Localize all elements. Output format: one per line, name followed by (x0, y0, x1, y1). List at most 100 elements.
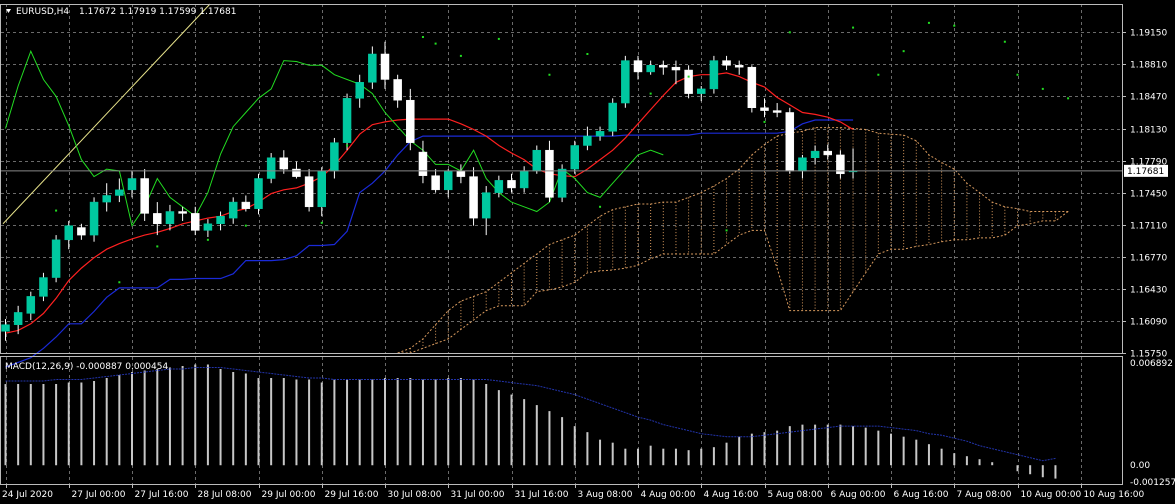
candle-body (772, 110, 782, 113)
candle-body (26, 296, 36, 314)
fractal-dot (1041, 87, 1044, 90)
time-tick-label: 5 Aug 08:00 (768, 490, 823, 500)
time-tick-label: 4 Aug 16:00 (704, 490, 759, 500)
time-tick-label: 27 Jul 00:00 (72, 490, 126, 500)
candle-body (153, 213, 162, 225)
candle-body (646, 65, 655, 73)
candle-body (684, 69, 693, 94)
time-tick-label: 31 Jul 16:00 (515, 490, 569, 500)
current-price-marker: 1.17681 (1124, 164, 1168, 177)
candle-body (747, 66, 757, 109)
price-tick-label: 1.17110 (1130, 222, 1167, 232)
candle-body (760, 107, 769, 111)
candle-body (51, 239, 61, 278)
time-tick-label: 6 Aug 16:00 (894, 490, 949, 500)
fractal-dot (244, 224, 247, 227)
candle-body (292, 168, 301, 177)
time-tick-label: 3 Aug 08:00 (578, 490, 633, 500)
candle-body (228, 201, 238, 219)
candle-body (823, 150, 832, 156)
time-tick-label: 28 Jul 08:00 (198, 490, 252, 500)
candle-body (532, 149, 542, 172)
candle-body (418, 151, 428, 176)
time-tick-label: 30 Jul 08:00 (388, 490, 442, 500)
fractal-dot (206, 238, 209, 241)
candle-body (444, 170, 453, 191)
time-tick-label: 31 Jul 00:00 (451, 490, 505, 500)
candle-body (39, 277, 48, 297)
candle-body (317, 170, 326, 208)
candle-body (431, 175, 440, 191)
candle-body (254, 178, 263, 209)
candle-body (595, 131, 605, 137)
fractal-dot (1003, 40, 1006, 43)
candle-body (203, 223, 213, 231)
time-tick-label: 29 Jul 16:00 (325, 490, 379, 500)
candle-body (671, 66, 681, 71)
candle-body (456, 170, 466, 177)
price-tick-label: 1.18810 (1130, 61, 1167, 71)
fractal-dot (725, 229, 728, 232)
candle-body (165, 211, 175, 225)
price-tick-label: 1.16770 (1130, 254, 1167, 264)
fractal-dot (586, 52, 589, 55)
fractal-dot (649, 92, 652, 95)
fractal-dot (434, 42, 437, 45)
fractal-dot (421, 36, 424, 39)
fractal-dot (1016, 73, 1019, 76)
price-tick-label: 1.16430 (1130, 286, 1167, 296)
candle-body (734, 65, 744, 68)
candle-body (406, 99, 415, 143)
candle-body (13, 312, 23, 325)
price-tick-label: 1.15750 (1130, 350, 1167, 360)
time-tick-label: 6 Aug 00:00 (831, 490, 886, 500)
symbol-label[interactable]: EURUSD,H4 (16, 7, 69, 17)
candle-body (191, 213, 200, 231)
candle-body (621, 60, 630, 104)
candle-body (178, 211, 187, 214)
candle-body (633, 60, 643, 73)
time-tick-label: 4 Aug 00:00 (641, 490, 696, 500)
ohlc-values: 1.17672 1.17919 1.17599 1.17681 (79, 7, 236, 17)
time-tick-label: 10 Aug 16:00 (1084, 490, 1145, 500)
fractal-dot (927, 21, 930, 24)
macd-tick-label: 0.006892 (1130, 359, 1173, 369)
fractal-dot (55, 209, 58, 212)
fractal-dot (788, 31, 791, 34)
main-header: EURUSD,H4 1.17672 1.17919 1.17599 1.1768… (6, 7, 236, 17)
price-tick-label: 1.17450 (1130, 190, 1167, 200)
candle-body (115, 189, 124, 196)
candle-body (785, 112, 795, 172)
time-tick-label: 29 Jul 00:00 (262, 490, 316, 500)
price-tick-label: 1.19150 (1130, 29, 1167, 39)
fractal-dot (877, 73, 880, 76)
fractal-dot (118, 281, 121, 284)
price-tick-label: 1.16090 (1130, 318, 1167, 328)
candle-body (608, 102, 617, 132)
eurusd-h4-chart[interactable]: EURUSD,H4 1.17672 1.17919 1.17599 1.1768… (0, 0, 1175, 504)
candle-body (494, 180, 504, 193)
fractal-dot (156, 245, 159, 248)
candle-body (583, 135, 592, 146)
candle-body (304, 176, 314, 208)
candle-body (545, 149, 554, 198)
candle-body (798, 157, 807, 172)
fractal-dot (953, 24, 956, 27)
time-tick-label: 7 Aug 08:00 (957, 490, 1012, 500)
candle-body (64, 225, 73, 241)
fractal-dot (548, 73, 551, 76)
fractal-dot (346, 144, 349, 147)
candle-body (659, 65, 668, 68)
candle-body (140, 178, 149, 214)
candle-body (89, 201, 99, 236)
candle-body (102, 195, 111, 203)
price-tick-label: 1.18470 (1130, 93, 1167, 103)
candle-body (330, 142, 339, 172)
fractal-dot (852, 26, 855, 29)
candle-body (355, 82, 364, 99)
candle-body (127, 178, 137, 191)
candle-body (481, 192, 491, 219)
macd-tick-label: 0.00 (1130, 461, 1150, 471)
candle-body (380, 53, 390, 80)
fractal-dot (497, 37, 500, 40)
